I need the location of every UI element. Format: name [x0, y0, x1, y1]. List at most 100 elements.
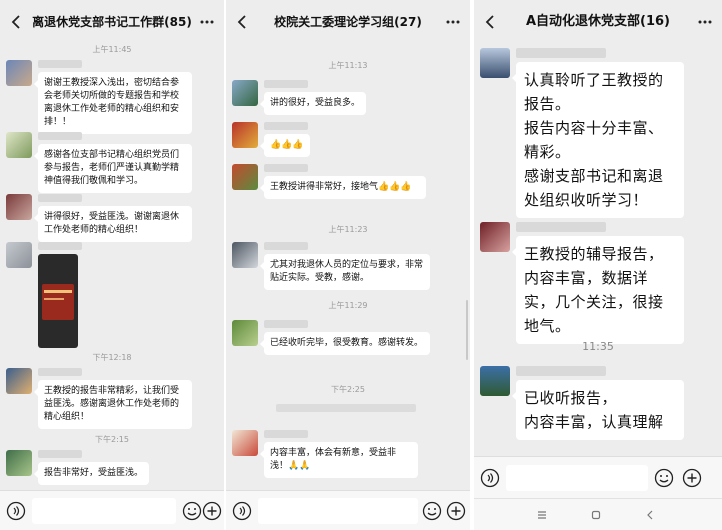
chat-title: 离退休党支部书记工作群(85) [32, 15, 192, 29]
sender-name [38, 242, 82, 250]
timestamp: 11:35 [582, 340, 614, 353]
message: 王教授的辅导报告，内容丰富，数据详实，几个关注，很接地气。 [480, 222, 684, 344]
message: 讲的很好，受益良多。 [232, 80, 367, 115]
shared-image[interactable] [38, 254, 78, 348]
scrollbar[interactable] [466, 300, 468, 360]
avatar[interactable] [6, 368, 32, 394]
sender-name [264, 122, 308, 130]
message-bubble[interactable]: 👍👍👍 [260, 134, 310, 157]
timestamp: 上午11:45 [92, 45, 132, 54]
nav-menu-icon[interactable] [536, 509, 548, 521]
system-notice [276, 404, 416, 412]
message-input[interactable] [32, 498, 176, 524]
message-bubble[interactable]: 已经收听完毕，很受教育。感谢转发。 [260, 332, 430, 355]
message-input[interactable] [258, 498, 418, 524]
plus-icon[interactable] [202, 501, 222, 521]
message-bubble[interactable]: 报告非常好，受益匪浅。 [33, 462, 150, 485]
avatar[interactable] [232, 242, 258, 268]
back-arrow-icon[interactable] [482, 12, 500, 32]
message: 感谢各位支部书记精心组织党员们参与报告，老师们严谨认真勤学精神值得我们敬佩和学习… [6, 132, 192, 193]
avatar[interactable] [232, 430, 258, 456]
avatar[interactable] [6, 450, 32, 476]
message-bubble[interactable]: 尤其对我退休人员的定位与要求，非常贴近实际。受教，感谢。 [260, 254, 430, 290]
avatar[interactable] [232, 80, 258, 106]
message-input[interactable] [506, 465, 648, 491]
sender-name [38, 368, 82, 376]
chat-panel-2: 校院关工委理论学习组(27) 上午11:13 讲的很好，受益良多。 👍👍👍 王教… [226, 0, 470, 530]
sender-name [264, 164, 308, 172]
sender-name [38, 60, 82, 68]
message-bubble[interactable]: 王教授讲得非常好，接地气👍👍👍 [260, 176, 426, 199]
voice-icon[interactable] [6, 501, 26, 521]
more-dots-icon[interactable] [198, 12, 216, 32]
message: 尤其对我退休人员的定位与要求，非常贴近实际。受教，感谢。 [232, 242, 430, 290]
chat-header: A自动化退休党支部(16) [474, 0, 722, 44]
timestamp: 下午2:15 [95, 435, 129, 444]
sender-name [516, 48, 606, 58]
avatar[interactable] [6, 60, 32, 86]
message-bubble[interactable]: 王教授的辅导报告，内容丰富，数据详实，几个关注，很接地气。 [512, 236, 684, 344]
emoji-icon[interactable] [422, 501, 442, 521]
message-bubble[interactable]: 已收听报告， 内容丰富，认真理解 [512, 380, 684, 440]
message-bubble[interactable]: 王教授的报告非常精彩，让我们受益匪浅。感谢离退休工作处老师的精心组织！ [34, 380, 192, 429]
back-arrow-icon[interactable] [8, 12, 26, 32]
message-bubble[interactable]: 谢谢王教授深入浅出，密切结合参会老师关切所做的专题报告和学校离退休工作处老师的精… [34, 72, 192, 134]
sender-name [264, 80, 308, 88]
sender-name [38, 194, 82, 202]
avatar[interactable] [232, 122, 258, 148]
avatar[interactable] [480, 366, 510, 396]
input-bar [226, 490, 470, 530]
timestamp: 下午12:18 [92, 353, 132, 362]
sender-name [516, 222, 606, 232]
message-bubble[interactable]: 讲的很好，受益良多。 [259, 92, 367, 115]
more-dots-icon[interactable] [696, 12, 714, 32]
message-bubble[interactable]: 感谢各位支部书记精心组织党员们参与报告，老师们严谨认真勤学精神值得我们敬佩和学习… [34, 144, 192, 193]
plus-icon[interactable] [446, 501, 466, 521]
message-bubble[interactable]: 内容丰富，体会有新意，受益非浅！🙏🙏 [260, 442, 418, 478]
avatar[interactable] [6, 194, 32, 220]
avatar[interactable] [6, 132, 32, 158]
emoji-icon[interactable] [182, 501, 202, 521]
avatar[interactable] [480, 48, 510, 78]
avatar[interactable] [480, 222, 510, 252]
voice-icon[interactable] [480, 468, 500, 488]
nav-home-icon[interactable] [590, 509, 602, 521]
back-arrow-icon[interactable] [234, 12, 252, 32]
chat-title: 校院关工委理论学习组(27) [274, 15, 422, 29]
message: 王教授的报告非常精彩，让我们受益匪浅。感谢离退休工作处老师的精心组织！ [6, 368, 192, 429]
message: 讲得很好，受益匪浅。谢谢离退休工作处老师的精心组织！ [6, 194, 192, 242]
sender-name [516, 366, 606, 376]
avatar[interactable] [6, 242, 32, 268]
nav-back-icon[interactable] [644, 509, 656, 521]
voice-icon[interactable] [232, 501, 252, 521]
avatar[interactable] [232, 164, 258, 190]
input-bar [474, 456, 722, 498]
input-bar [0, 490, 224, 530]
message: 👍👍👍 [232, 122, 310, 157]
chat-title: A自动化退休党支部(16) [525, 14, 671, 29]
emoji-icon[interactable] [654, 468, 674, 488]
message-bubble[interactable]: 认真聆听了王教授的报告。 报告内容十分丰富、精彩。 感谢支部书记和离退处组织收听… [512, 62, 684, 218]
chat-header: 离退休党支部书记工作群(85) [0, 0, 224, 44]
sender-name [38, 450, 82, 458]
message: 认真聆听了王教授的报告。 报告内容十分丰富、精彩。 感谢支部书记和离退处组织收听… [480, 48, 684, 218]
message: 内容丰富，体会有新意，受益非浅！🙏🙏 [232, 430, 418, 478]
message: 报告非常好，受益匪浅。 [6, 450, 150, 485]
avatar[interactable] [232, 320, 258, 346]
more-dots-icon[interactable] [444, 12, 462, 32]
message-list[interactable]: 上午11:13 讲的很好，受益良多。 👍👍👍 王教授讲得非常好，接地气👍👍👍 上… [226, 44, 470, 490]
message: 谢谢王教授深入浅出，密切结合参会老师关切所做的专题报告和学校离退休工作处老师的精… [6, 60, 192, 134]
sender-name [264, 320, 308, 328]
timestamp: 上午11:29 [328, 301, 368, 310]
sender-name [38, 132, 82, 140]
timestamp: 上午11:23 [328, 225, 368, 234]
message: 已收听报告， 内容丰富，认真理解 [480, 366, 684, 440]
message [6, 242, 82, 348]
message: 已经收听完毕，很受教育。感谢转发。 [232, 320, 430, 355]
system-navbar [474, 498, 722, 530]
message-list[interactable]: 认真聆听了王教授的报告。 报告内容十分丰富、精彩。 感谢支部书记和离退处组织收听… [474, 44, 722, 458]
message-bubble[interactable]: 讲得很好，受益匪浅。谢谢离退休工作处老师的精心组织！ [34, 206, 192, 242]
message-list[interactable]: 上午11:45 谢谢王教授深入浅出，密切结合参会老师关切所做的专题报告和学校离退… [0, 44, 224, 490]
chat-header: 校院关工委理论学习组(27) [226, 0, 470, 44]
plus-icon[interactable] [682, 468, 702, 488]
